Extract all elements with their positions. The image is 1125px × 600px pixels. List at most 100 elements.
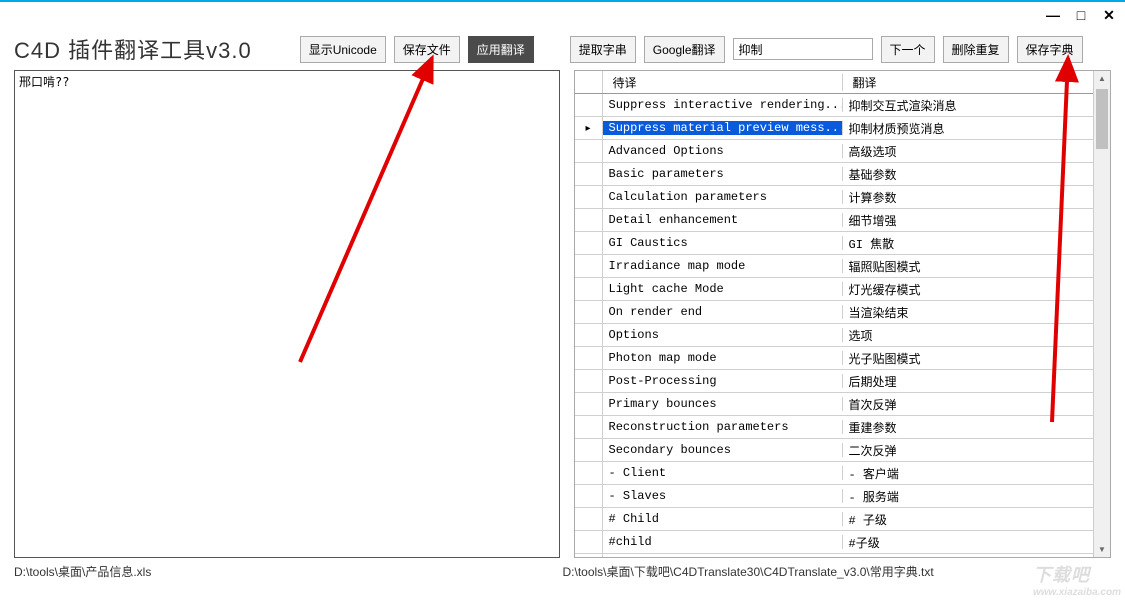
row-handle[interactable] (575, 209, 603, 231)
cell-translation[interactable]: 细节增强 (843, 212, 1094, 229)
col-header-source[interactable]: 待译 (603, 74, 843, 91)
cell-source[interactable]: Secondary bounces (603, 443, 843, 457)
row-handle[interactable] (575, 393, 603, 415)
cell-translation[interactable]: - 服务端 (843, 488, 1094, 505)
row-handle[interactable] (575, 508, 603, 530)
cell-translation[interactable]: 抑制交互式渲染消息 (843, 97, 1094, 114)
table-row[interactable]: - Client - 客户端 (575, 462, 1094, 485)
save-file-button[interactable]: 保存文件 (394, 36, 460, 63)
cell-translation[interactable]: GI 焦散 (843, 235, 1094, 252)
cell-source[interactable]: Calculation parameters (603, 190, 843, 204)
row-handle[interactable] (575, 370, 603, 392)
table-row[interactable]: Advanced Options高级选项 (575, 140, 1094, 163)
table-row[interactable]: Light cache Mode灯光缓存模式 (575, 278, 1094, 301)
apply-translate-button[interactable]: 应用翻译 (468, 36, 534, 63)
table-row[interactable]: Detail enhancement细节增强 (575, 209, 1094, 232)
cell-translation[interactable]: 重建参数 (843, 419, 1094, 436)
delete-dup-button[interactable]: 删除重复 (943, 36, 1009, 63)
cell-source[interactable]: Reconstruction parameters (603, 420, 843, 434)
row-handle[interactable] (575, 255, 603, 277)
table-row[interactable]: Primary bounces首次反弹 (575, 393, 1094, 416)
row-handle[interactable] (575, 186, 603, 208)
cell-translation[interactable]: 基础参数 (843, 166, 1094, 183)
table-row[interactable]: Options选项 (575, 324, 1094, 347)
cell-source[interactable]: Primary bounces (603, 397, 843, 411)
table-row[interactable]: Calculation parameters计算参数 (575, 186, 1094, 209)
table-row[interactable]: Reconstruction parameters重建参数 (575, 416, 1094, 439)
row-handle[interactable] (575, 324, 603, 346)
row-handle[interactable] (575, 94, 603, 116)
cell-source[interactable]: Basic parameters (603, 167, 843, 181)
scroll-down-icon[interactable]: ▼ (1094, 542, 1110, 557)
cell-translation[interactable]: 抑制材质预览消息 (843, 120, 1094, 137)
cell-translation[interactable]: 高级选项 (843, 143, 1094, 160)
cell-translation[interactable]: 灯光缓存模式 (843, 281, 1094, 298)
cell-source[interactable]: Suppress material preview mess... (603, 121, 843, 135)
cell-source[interactable]: GI Caustics (603, 236, 843, 250)
row-handle[interactable] (575, 347, 603, 369)
table-row[interactable]: Post-Processing后期处理 (575, 370, 1094, 393)
table-row[interactable]: GI CausticsGI 焦散 (575, 232, 1094, 255)
row-handle[interactable] (575, 462, 603, 484)
cell-translation[interactable]: # 子级 (843, 511, 1094, 528)
col-header-translation[interactable]: 翻译 (843, 74, 1094, 91)
cell-translation[interactable]: 后期处理 (843, 373, 1094, 390)
close-button[interactable]: ✕ (1099, 6, 1119, 24)
grid-scrollbar[interactable]: ▲ ▼ (1093, 71, 1110, 557)
cell-source[interactable]: #child (603, 535, 843, 549)
cell-source[interactable]: # Child (603, 512, 843, 526)
cell-source[interactable]: Irradiance map mode (603, 259, 843, 273)
table-row[interactable]: Secondary bounces二次反弹 (575, 439, 1094, 462)
extract-strings-button[interactable]: 提取字串 (570, 36, 636, 63)
cell-translation[interactable]: 二次反弹 (843, 442, 1094, 459)
cell-source[interactable]: Post-Processing (603, 374, 843, 388)
table-row[interactable]: Suppress material preview mess...抑制材质预览消… (575, 117, 1094, 140)
table-row[interactable]: Photon map mode光子贴图模式 (575, 347, 1094, 370)
row-handle[interactable] (575, 485, 603, 507)
row-handle[interactable] (575, 163, 603, 185)
table-row[interactable]: On render end当渲染结束 (575, 301, 1094, 324)
cell-translation[interactable]: 首次反弹 (843, 396, 1094, 413)
scroll-up-icon[interactable]: ▲ (1094, 71, 1110, 86)
cell-source[interactable]: Photon map mode (603, 351, 843, 365)
google-translate-button[interactable]: Google翻译 (644, 36, 725, 63)
cell-source[interactable]: - Client (603, 466, 843, 480)
cell-source[interactable]: Light cache Mode (603, 282, 843, 296)
cell-source[interactable]: Options (603, 328, 843, 342)
row-handle[interactable] (575, 416, 603, 438)
cell-translation[interactable]: 辐照贴图模式 (843, 258, 1094, 275)
table-row[interactable]: #child #子级 (575, 531, 1094, 554)
maximize-button[interactable]: □ (1071, 6, 1091, 24)
minimize-button[interactable]: — (1043, 6, 1063, 24)
next-button[interactable]: 下一个 (881, 36, 935, 63)
show-unicode-button[interactable]: 显示Unicode (300, 36, 386, 63)
row-handle[interactable] (575, 232, 603, 254)
table-row[interactable]: Basic parameters基础参数 (575, 163, 1094, 186)
search-input[interactable] (733, 38, 873, 60)
table-row[interactable]: Suppress interactive rendering...抑制交互式渲染… (575, 94, 1094, 117)
table-row[interactable]: Acting Time代理时间 (575, 554, 1094, 557)
scroll-thumb[interactable] (1096, 89, 1108, 149)
row-handle[interactable] (575, 554, 603, 557)
row-handle[interactable] (575, 301, 603, 323)
cell-translation[interactable]: 选项 (843, 327, 1094, 344)
cell-translation[interactable]: #子级 (843, 534, 1094, 551)
row-handle[interactable] (575, 117, 603, 139)
table-row[interactable]: Irradiance map mode辐照贴图模式 (575, 255, 1094, 278)
cell-translation[interactable]: 当渲染结束 (843, 304, 1094, 321)
table-row[interactable]: # Child # 子级 (575, 508, 1094, 531)
cell-source[interactable]: Advanced Options (603, 144, 843, 158)
row-handle[interactable] (575, 140, 603, 162)
cell-source[interactable]: - Slaves (603, 489, 843, 503)
cell-translation[interactable]: 计算参数 (843, 189, 1094, 206)
row-handle[interactable] (575, 439, 603, 461)
cell-source[interactable]: On render end (603, 305, 843, 319)
cell-translation[interactable]: - 客户端 (843, 465, 1094, 482)
cell-source[interactable]: Detail enhancement (603, 213, 843, 227)
table-row[interactable]: - Slaves - 服务端 (575, 485, 1094, 508)
row-handle[interactable] (575, 278, 603, 300)
cell-translation[interactable]: 光子贴图模式 (843, 350, 1094, 367)
cell-translation[interactable]: 代理时间 (843, 557, 1094, 558)
save-dict-button[interactable]: 保存字典 (1017, 36, 1083, 63)
row-handle[interactable] (575, 531, 603, 553)
